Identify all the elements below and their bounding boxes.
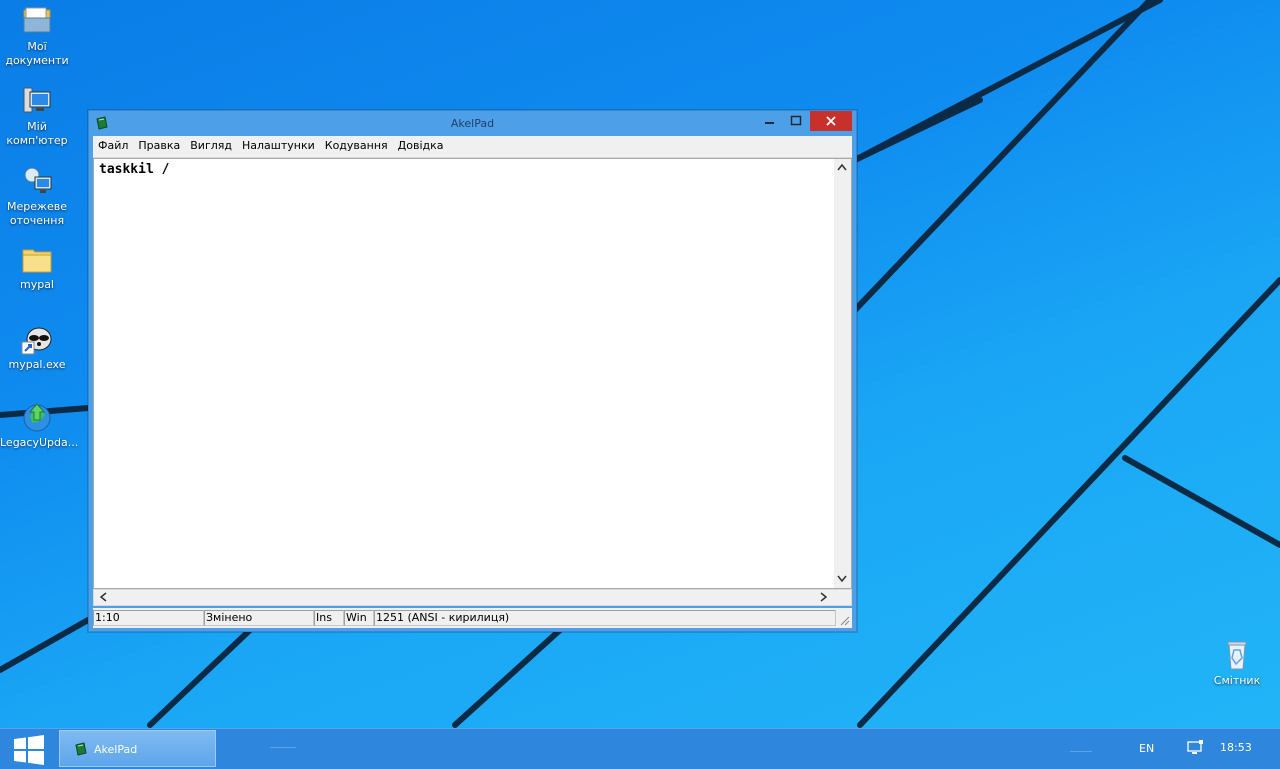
window-titlebar[interactable]: AkelPad (89, 111, 856, 135)
window-title: AkelPad (450, 117, 495, 130)
horizontal-scrollbar[interactable] (93, 589, 852, 606)
minimize-button[interactable] (755, 111, 783, 131)
desktop-icon-label: mypal.exe (8, 358, 66, 371)
clock[interactable]: 18:53 (1220, 741, 1252, 754)
status-insert-mode[interactable]: Ins (314, 610, 344, 626)
taskbar: AkelPad EN 18:53 (0, 728, 1280, 769)
scroll-right-arrow-icon[interactable] (820, 592, 828, 605)
menu-file[interactable]: Файл (93, 136, 133, 152)
mypal-raccoon-icon (20, 322, 54, 356)
menu-settings[interactable]: Налаштунки (237, 136, 320, 152)
scroll-down-arrow-icon[interactable] (837, 574, 847, 586)
desktop-icon-network[interactable]: Мережеве оточення (0, 164, 74, 228)
network-icon (20, 164, 54, 198)
status-cursor-position[interactable]: 1:10 (93, 610, 204, 626)
desktop-icon-recycle-bin[interactable]: Смітник (1200, 638, 1274, 687)
akelpad-window: AkelPad Файл Правка Вигляд Налаштунки Кодува… (88, 110, 857, 632)
desktop-icon-mypal-exe[interactable]: mypal.exe (0, 322, 74, 372)
desktop-icon-label: комп'ютер (6, 134, 68, 147)
desktop-icon-my-computer[interactable]: Мій комп'ютер (0, 84, 74, 148)
windows-logo-icon (14, 735, 44, 765)
vertical-scrollbar[interactable] (834, 159, 851, 588)
taskbar-divider (270, 747, 296, 748)
desktop-icon-label: документи (5, 54, 69, 67)
resize-grip-icon[interactable] (838, 614, 850, 626)
status-newline[interactable]: Win (344, 610, 374, 626)
desktop-icon-legacy-update[interactable]: LegacyUpda... (0, 400, 79, 450)
menu-view[interactable]: Вигляд (185, 136, 237, 152)
desktop-icon-label: LegacyUpda... (0, 436, 79, 449)
scroll-left-arrow-icon[interactable] (99, 592, 107, 605)
status-modified: Змінено (204, 610, 314, 626)
menu-bar: Файл Правка Вигляд Налаштунки Кодування Довід… (93, 136, 852, 158)
status-bar: 1:10 Змінено Ins Win 1251 (ANSI - кирили… (93, 608, 852, 628)
status-codepage[interactable]: 1251 (ANSI - кирилиця) (374, 610, 836, 626)
desktop-icon-label: Мережеве (7, 200, 67, 213)
editor-content[interactable]: taskkil / (99, 162, 169, 177)
computer-icon (20, 84, 54, 118)
recycle-bin-label: Смітник (1213, 674, 1261, 687)
recycle-bin-icon (1220, 638, 1254, 672)
scroll-up-arrow-icon[interactable] (837, 162, 847, 174)
menu-edit[interactable]: Правка (133, 136, 185, 152)
desktop-icon-label: оточення (9, 214, 65, 227)
folder-icon (20, 242, 54, 276)
desktop-icon-mypal-folder[interactable]: mypal (0, 242, 74, 292)
menu-encoding[interactable]: Кодування (320, 136, 393, 152)
taskbar-item-label: AkelPad (94, 743, 138, 756)
maximize-button[interactable] (783, 111, 809, 131)
documents-folder-icon (20, 4, 54, 38)
desktop-icon-label: Мій (27, 120, 47, 133)
close-button[interactable] (810, 111, 852, 131)
taskbar-divider (1070, 751, 1092, 752)
menu-help[interactable]: Довідка (393, 136, 449, 152)
legacy-update-icon (20, 400, 54, 434)
language-indicator[interactable]: EN (1139, 742, 1154, 755)
desktop-icon-label: mypal (19, 278, 54, 291)
start-button[interactable] (14, 735, 44, 765)
akelpad-taskbar-icon (74, 742, 88, 756)
network-tray-icon[interactable] (1186, 740, 1204, 756)
text-editor[interactable]: taskkil / (93, 158, 852, 589)
desktop-icon-my-documents[interactable]: Мої документи (0, 4, 74, 68)
taskbar-item-akelpad[interactable]: AkelPad (59, 730, 216, 767)
desktop-icon-label: Мої (27, 40, 47, 53)
